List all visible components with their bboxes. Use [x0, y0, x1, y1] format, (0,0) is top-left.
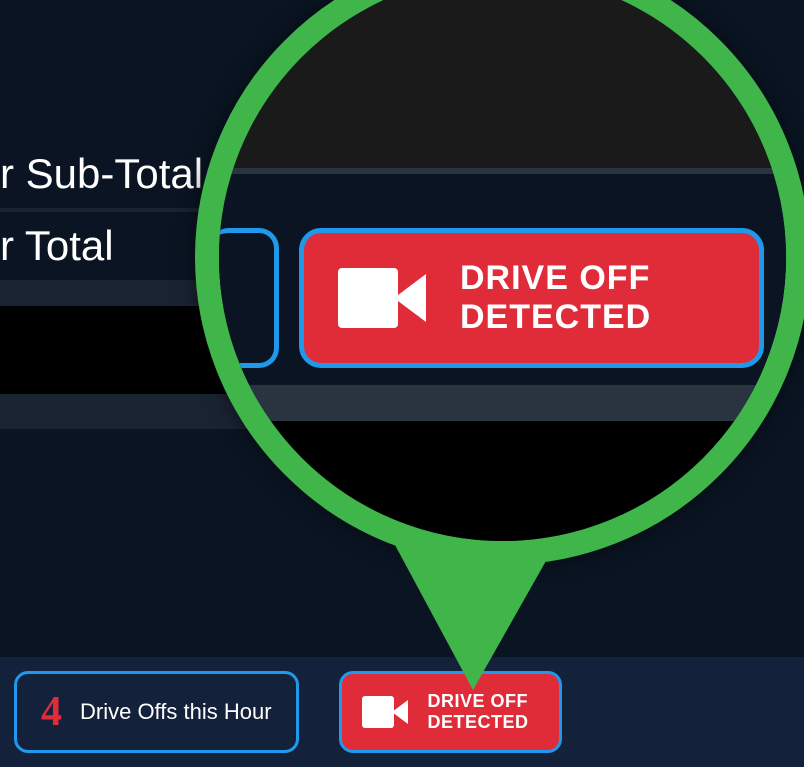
mag-row: [219, 0, 786, 174]
alert-text: DRIVE OFF DETECTED: [428, 691, 529, 732]
alert-text: DRIVE OFF DETECTED: [460, 259, 651, 337]
drive-off-alert-button[interactable]: DRIVE OFF DETECTED: [299, 228, 764, 368]
magnifier-highlight: ORD DRIVE OFF DETECTED: [195, 0, 804, 565]
partial-card-edge: [209, 228, 279, 368]
decorative-curve: [218, 0, 788, 182]
magnifier-content: ORD DRIVE OFF DETECTED: [219, 0, 786, 541]
drive-offs-stat-card[interactable]: 4 Drive Offs this Hour: [14, 671, 299, 753]
camera-icon: [338, 260, 430, 336]
mag-row: [219, 421, 786, 541]
camera-icon: [362, 692, 410, 732]
divider: [219, 385, 786, 421]
ord-side-label: ORD: [758, 95, 784, 150]
drive-offs-label: Drive Offs this Hour: [80, 699, 272, 725]
drive-offs-count: 4: [41, 688, 62, 736]
